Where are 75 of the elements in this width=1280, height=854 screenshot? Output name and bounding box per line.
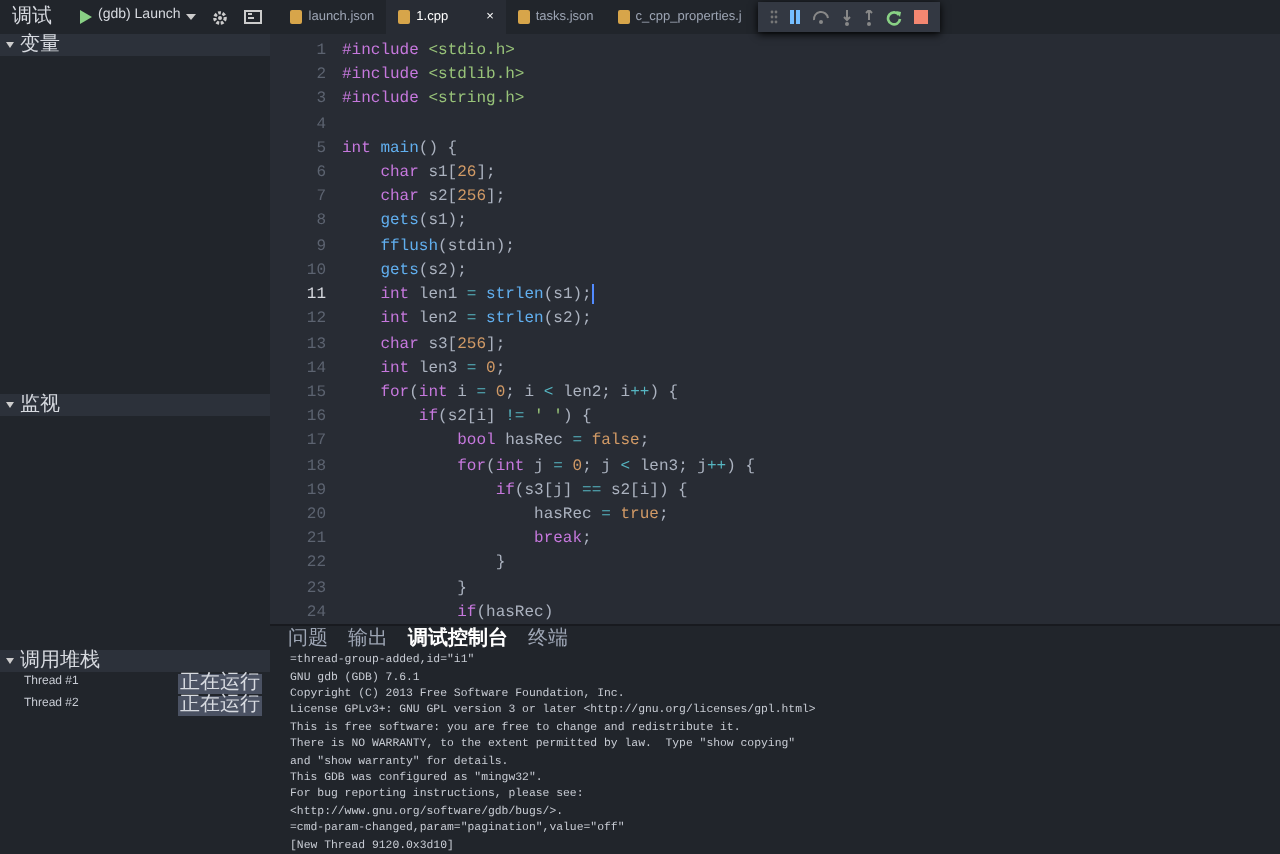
step-out-icon[interactable]	[863, 9, 874, 25]
code-line: #include <stdlib.h>	[342, 64, 525, 89]
line-number: 3	[314, 88, 326, 113]
step-into-icon[interactable]	[841, 9, 852, 25]
status-badge: 正在运行	[178, 673, 262, 693]
code-line: if(hasRec)	[455, 601, 554, 625]
line-number: 16	[304, 406, 326, 431]
section-title: 调用堆栈	[20, 650, 100, 672]
line-number: 22	[304, 552, 326, 577]
panel-tab[interactable]: 问题	[278, 626, 338, 653]
line-number: 7	[314, 186, 326, 211]
line-number: 17	[304, 430, 326, 455]
code-line: int len1 = strlen(s1);	[378, 284, 594, 309]
code-line: #include <string.h>	[342, 88, 525, 113]
line-number: 15	[304, 381, 326, 406]
line-number: 13	[304, 333, 326, 358]
code-line: bool hasRec = false;	[455, 430, 650, 455]
line-number: 2	[314, 64, 326, 89]
restart-icon[interactable]	[885, 9, 902, 25]
section-header[interactable]: 调用堆栈	[0, 650, 270, 672]
section-title: 监视	[20, 394, 60, 416]
line-number: 18	[304, 455, 326, 480]
file-icon	[398, 10, 411, 24]
code-line: fflush(stdin);	[378, 235, 515, 260]
code-line: if(s2[i] != ' ') {	[416, 406, 592, 431]
line-number: 14	[304, 357, 326, 382]
file-icon	[290, 10, 303, 24]
caret-icon	[186, 14, 197, 20]
grip-icon[interactable]	[769, 10, 778, 24]
line-number: 11	[304, 284, 326, 309]
line-number: 5	[314, 137, 326, 162]
file-icon	[617, 10, 630, 24]
line-number: 21	[304, 528, 326, 553]
code-line: #include <stdio.h>	[342, 40, 515, 64]
line-number: 1	[314, 40, 326, 64]
code-line: }	[455, 577, 467, 602]
code-line: int len3 = 0;	[378, 357, 506, 382]
section-header[interactable]: 监视	[0, 394, 270, 416]
code-line: char s2[256];	[378, 186, 506, 211]
line-number: 9	[314, 235, 326, 260]
code-line: gets(s1);	[378, 210, 467, 235]
code-line: char s1[26];	[378, 162, 496, 187]
code-line: if(s3[j] == s2[i]) {	[493, 479, 688, 504]
line-number: 20	[304, 503, 326, 528]
panel-tab[interactable]: 调试控制台	[398, 626, 518, 653]
line-number: 8	[314, 210, 326, 235]
section-title: 变量	[20, 34, 60, 56]
code-line: char s3[256];	[378, 333, 506, 358]
code-line: break;	[532, 528, 592, 553]
settings-icon[interactable]	[212, 9, 229, 25]
line-number: 6	[314, 162, 326, 187]
section-header[interactable]: 变量	[0, 34, 270, 56]
panel-title: 调试	[10, 3, 54, 32]
code-line: }	[493, 552, 506, 577]
line-number: 23	[304, 577, 326, 602]
line-number: 12	[304, 308, 326, 333]
code-line: hasRec = true;	[532, 503, 669, 528]
line-number: 10	[304, 259, 326, 284]
code-line: int len2 = strlen(s2);	[378, 308, 592, 333]
line-number: 19	[304, 479, 326, 504]
play-icon[interactable]	[80, 10, 92, 24]
file-icon	[517, 10, 530, 24]
status-badge: 正在运行	[178, 695, 262, 715]
code-line: int main() {	[342, 137, 458, 162]
pause-icon[interactable]	[789, 10, 800, 24]
panel-tab[interactable]: 终端	[518, 626, 578, 653]
panel-tab[interactable]: 输出	[338, 626, 398, 653]
step-over-icon[interactable]	[811, 10, 830, 24]
code-line: for(int j = 0; j < len3; j++) {	[455, 455, 755, 480]
line-number: 24	[304, 601, 326, 625]
code-line: for(int i = 0; i < len2; i++) {	[378, 381, 679, 406]
stop-icon[interactable]	[913, 10, 928, 24]
line-number: 4	[314, 113, 326, 138]
code-line: gets(s2);	[378, 259, 467, 284]
console-icon[interactable]	[244, 10, 263, 24]
